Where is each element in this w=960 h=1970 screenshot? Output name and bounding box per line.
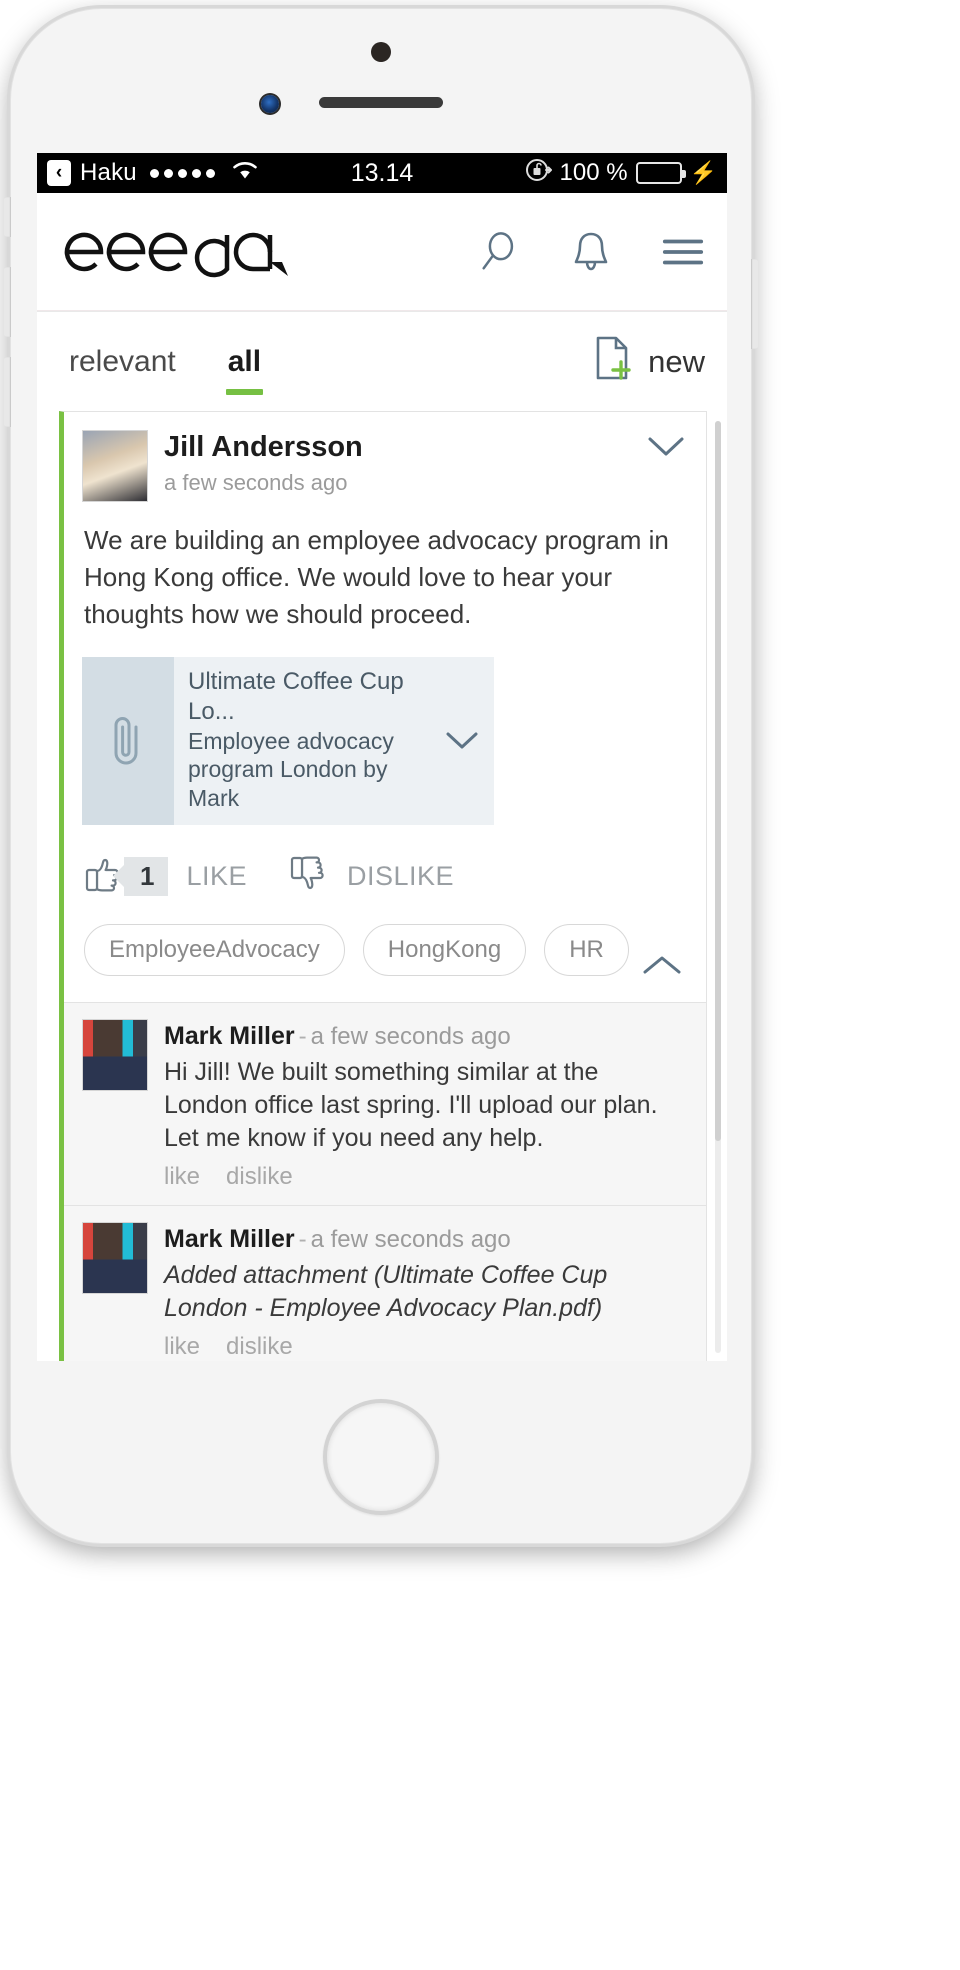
list-item: Mark Miller - a few seconds ago Added atta… [64,1204,706,1361]
avatar[interactable] [82,430,148,502]
comment-like-link[interactable]: like [164,1333,200,1361]
like-count: 1 [124,856,169,896]
chevron-down-icon[interactable] [646,434,686,465]
charging-bolt-icon: ⚡ [689,160,717,185]
hamburger-icon[interactable] [661,230,705,274]
comment-separator: - [298,1022,307,1050]
like-label: LIKE [186,860,248,891]
tag-item[interactable]: HR [544,923,629,976]
tag-item[interactable]: HongKong [362,923,527,976]
scrollbar[interactable] [715,421,721,1353]
battery-percentage: 100 % [559,159,628,186]
home-button[interactable] [323,1399,439,1515]
comment-like-link[interactable]: like [164,1163,200,1191]
new-post-label: new [648,343,705,379]
post-body-text: We are building an employee advocacy pro… [84,525,669,629]
comment-header: Mark Miller - a few seconds ago [164,1021,688,1052]
comment-dislike-link[interactable]: dislike [226,1163,293,1191]
reaction-row: 1 LIKE DISLIKE [84,855,688,898]
tab-bar: relevant all new [37,311,727,411]
proximity-sensor [371,42,391,62]
dislike-button[interactable]: DISLIKE [289,855,454,898]
comment-actions: like dislike [164,1333,688,1361]
paperclip-icon [82,656,174,825]
post-author-name: Jill Andersson [164,431,363,463]
comment-author: Mark Miller [164,1021,295,1050]
attachment-subtitle-line2: program London by Mark [188,756,388,812]
comment-separator: - [298,1225,307,1253]
status-bar: ‹ Haku 13.14 100 % ⚡ [37,153,727,193]
attachment-text: Ultimate Coffee Cup Lo... Employee advoc… [174,657,444,825]
comment-body: Mark Miller - a few seconds ago Hi Jill! W… [164,1019,688,1191]
post-card: Jill Andersson a few seconds ago We are … [59,411,707,1361]
wifi-icon [230,158,260,188]
back-to-app-chip[interactable]: ‹ [47,160,71,186]
carrier-label: Haku [80,159,137,186]
bell-icon[interactable] [569,230,613,274]
phone-screen: ‹ Haku 13.14 100 % ⚡ relevant all new Ji… [37,153,727,1361]
tag-list: EmployeeAdvocacy HongKong HR [84,923,688,1002]
comment-timestamp: a few seconds ago [310,1225,511,1253]
avatar[interactable] [82,1221,148,1294]
post-header: Jill Andersson a few seconds ago [82,430,688,502]
attachment-title: Ultimate Coffee Cup Lo... [188,667,404,725]
power-button[interactable] [751,259,758,349]
signal-strength-dots [149,168,215,178]
search-icon[interactable] [477,230,521,274]
post-attachment[interactable]: Ultimate Coffee Cup Lo... Employee advoc… [82,656,494,825]
attachment-chevron-down-icon[interactable] [444,657,494,825]
avatar[interactable] [82,1018,148,1091]
like-button[interactable]: 1 LIKE [84,855,247,898]
front-camera [261,95,279,113]
comment-author: Mark Miller [164,1224,295,1253]
feed: Jill Andersson a few seconds ago We are … [37,411,727,1361]
comment-text: Hi Jill! We built something similar at t… [164,1057,658,1152]
header-icon-group [477,230,705,274]
status-bar-left: ‹ Haku [47,158,260,188]
battery-icon [635,162,686,184]
volume-down-button[interactable] [4,357,11,427]
comment-actions: like dislike [164,1163,688,1191]
app-header [37,193,727,311]
earpiece-speaker [319,97,443,108]
mute-switch[interactable] [4,197,11,237]
comment-dislike-link[interactable]: dislike [226,1333,293,1361]
volume-up-button[interactable] [4,267,11,337]
comment-body: Mark Miller - a few seconds ago Added atta… [164,1222,688,1361]
new-document-icon [588,332,640,391]
rotation-lock-icon [524,156,552,190]
comment-header: Mark Miller - a few seconds ago [164,1224,688,1255]
status-bar-right: 100 % ⚡ [524,156,717,190]
comment-timestamp: a few seconds ago [310,1022,511,1050]
phone-frame: ‹ Haku 13.14 100 % ⚡ relevant all new Ji… [4,8,758,1544]
post-main: Jill Andersson a few seconds ago We are … [64,412,706,1002]
list-item: Mark Miller - a few seconds ago Hi Jill! W… [64,1003,706,1205]
dislike-label: DISLIKE [347,860,455,891]
new-post-button[interactable]: new [588,332,705,391]
comment-text: Added attachment (Ultimate Coffee Cup Lo… [164,1260,608,1322]
tag-item[interactable]: EmployeeAdvocacy [84,923,345,976]
comment-list: Mark Miller - a few seconds ago Hi Jill! W… [64,1001,706,1361]
app-logo[interactable] [63,222,295,282]
attachment-subtitle-line1: Employee advocacy [188,727,394,754]
chevron-up-icon[interactable] [640,951,684,984]
post-author-block: Jill Andersson a few seconds ago [164,430,363,496]
tab-relevant[interactable]: relevant [63,345,182,379]
scrollbar-thumb[interactable] [715,421,721,1141]
thumbs-down-icon [289,855,331,898]
tab-all[interactable]: all [222,345,267,395]
post-timestamp: a few seconds ago [164,469,348,495]
